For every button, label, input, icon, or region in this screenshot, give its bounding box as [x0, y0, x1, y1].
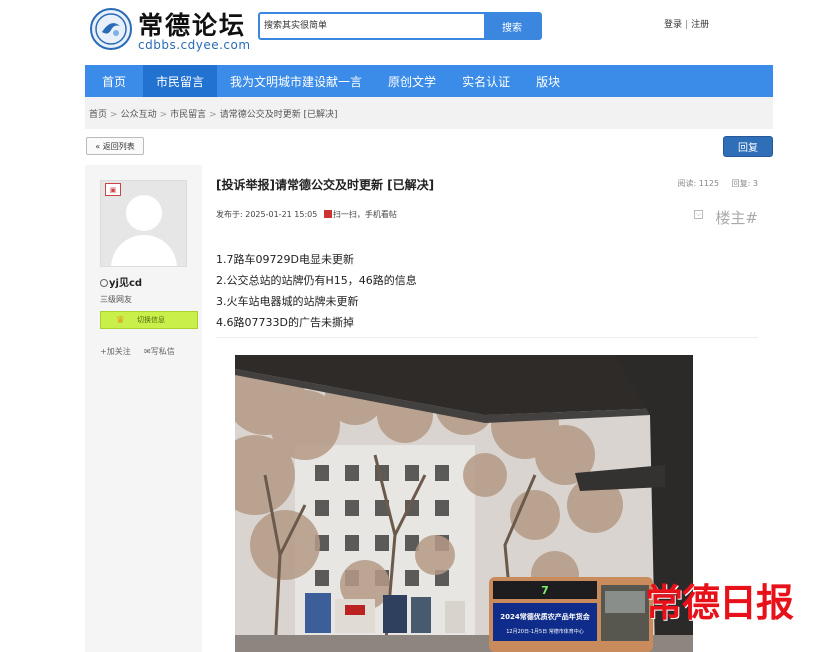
- post-stats: 阅读: 1125 回复: 3: [678, 178, 759, 189]
- avatar[interactable]: ▣: [100, 180, 187, 267]
- auth-divider: |: [685, 20, 689, 30]
- breadcrumb-home[interactable]: 首页: [89, 110, 107, 120]
- nav-real-name-auth[interactable]: 实名认证: [449, 65, 523, 97]
- author-sidebar: ▣ yj见cd 三级网友 ♛ 切换信息 +加关注 ✉写私信: [85, 165, 202, 652]
- post-line: 2.公交总站的站牌仍有H15，46路的信息: [216, 274, 417, 287]
- search-input[interactable]: [260, 14, 484, 38]
- follow-button[interactable]: +加关注: [100, 346, 131, 357]
- scan-text[interactable]: 扫一扫，手机看帖: [333, 210, 397, 219]
- collapse-arrow-icon[interactable]: ⌵: [694, 210, 703, 219]
- author-name-row[interactable]: yj见cd: [100, 274, 142, 289]
- post-line: 1.7路车09729D电显未更新: [216, 253, 354, 266]
- author-level: 三级网友: [100, 295, 132, 304]
- login-link[interactable]: 登录: [664, 20, 682, 30]
- post-title: [投诉举报]请常德公交及时更新 [已解决]: [216, 178, 435, 192]
- logo-url: cdbbs.cdyee.com: [138, 38, 251, 52]
- avatar-head-shape: [126, 195, 162, 231]
- replies-count: 3: [752, 179, 758, 188]
- breadcrumb: 首页 > 公众互动 > 市民留言 > 请常德公交及时更新 [已解决]: [89, 107, 338, 120]
- level-bar[interactable]: ♛ 切换信息: [100, 311, 198, 329]
- floor-label: 楼主#: [715, 209, 758, 227]
- breadcrumb-separator: >: [209, 110, 217, 120]
- plus-icon: +: [100, 347, 107, 356]
- breadcrumb-bar: 首页 > 公众互动 > 市民留言 > 请常德公交及时更新 [已解决]: [85, 97, 773, 129]
- qr-code-icon[interactable]: [323, 210, 332, 218]
- breadcrumb-current-thread[interactable]: 请常德公交及时更新 [已解决]: [220, 110, 338, 120]
- breadcrumb-citizen-messages[interactable]: 市民留言: [170, 110, 206, 120]
- views-label: 阅读:: [677, 179, 697, 188]
- bus-banner-line1: 2024常德优质农产品年货会: [500, 612, 590, 621]
- author-name: yj见cd: [109, 278, 143, 289]
- content-divider: [216, 337, 758, 338]
- newspaper-watermark: 常德日报: [645, 580, 794, 625]
- avatar-card-icon: ▣: [105, 183, 121, 196]
- level-bar-text: 切换信息: [136, 316, 165, 324]
- post-line: 3.火车站电器城的站牌未更新: [216, 295, 359, 308]
- private-message-button[interactable]: ✉写私信: [144, 346, 175, 357]
- search-box: 搜索: [258, 12, 542, 40]
- search-button[interactable]: 搜索: [484, 14, 540, 38]
- message-label: 写私信: [150, 347, 175, 356]
- breadcrumb-separator: >: [110, 110, 118, 120]
- envelope-icon: ✉: [144, 347, 151, 356]
- nav-civilized-city[interactable]: 我为文明城市建设献一言: [217, 65, 375, 97]
- bus-route-number: 7: [541, 584, 549, 597]
- site-logo[interactable]: 常德论坛 cdbbs.cdyee.com: [90, 6, 250, 54]
- auth-links: 登录 | 注册: [664, 17, 709, 30]
- avatar-body-shape: [111, 235, 177, 266]
- user-icon: [100, 279, 108, 287]
- post-body: 1.7路车09729D电显未更新 2.公交总站的站牌仍有H15，46路的信息 3…: [216, 249, 417, 333]
- replies-label: 回复:: [731, 179, 751, 188]
- breadcrumb-separator: >: [159, 110, 168, 120]
- posted-label: 发布于:: [216, 210, 243, 219]
- follow-label: 加关注: [106, 347, 131, 356]
- nav-sections[interactable]: 版块: [523, 65, 573, 97]
- post-meta: 发布于: 2025-01-21 15:05 扫一扫，手机看帖: [216, 209, 397, 220]
- posted-time: 2025-01-21 15:05: [245, 210, 318, 219]
- crown-icon: ♛: [116, 314, 125, 326]
- nav-original-literature[interactable]: 原创文学: [375, 65, 449, 97]
- main-nav: 首页 市民留言 我为文明城市建设献一言 原创文学 实名认证 版块: [85, 65, 773, 97]
- nav-citizen-messages[interactable]: 市民留言: [143, 65, 218, 97]
- bus-stop-photo: 7 2024常德优质农产品年货会 12月20日-1月5日 常德市体育中心: [235, 355, 693, 652]
- register-link[interactable]: 注册: [691, 20, 709, 30]
- post-photo[interactable]: 7 2024常德优质农产品年货会 12月20日-1月5日 常德市体育中心: [235, 355, 693, 652]
- breadcrumb-public-interaction[interactable]: 公众互动: [121, 110, 157, 120]
- reply-button[interactable]: 回复: [723, 136, 773, 157]
- bus-banner-line2: 12月20日-1月5日 常德市体育中心: [506, 628, 583, 635]
- logo-title: 常德论坛: [138, 11, 247, 40]
- views-count: 1125: [698, 179, 720, 188]
- nav-home[interactable]: 首页: [85, 65, 143, 97]
- post-line: 4.6路07733D的广告未撕掉: [216, 316, 354, 329]
- back-to-list-button[interactable]: « 返回列表: [86, 137, 144, 155]
- logo-emblem-icon: [90, 8, 132, 50]
